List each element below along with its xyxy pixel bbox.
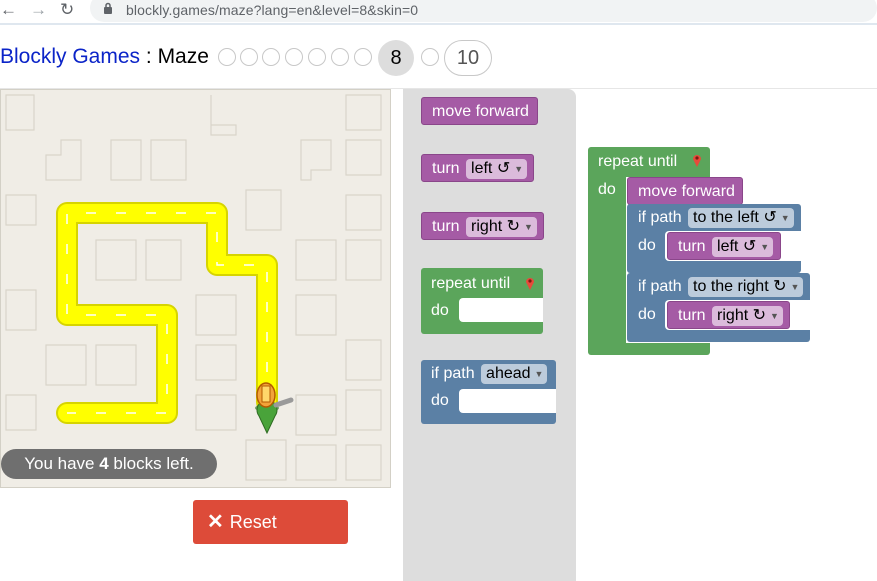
dropdown-value: left ↺ [717,238,757,255]
block-label: do [638,237,656,254]
level-dot[interactable] [262,48,280,66]
blocks-left-count: 4 [99,454,109,473]
lock-icon [104,2,112,14]
dropdown-arrow-icon: ▼ [534,369,544,379]
dropdown-arrow-icon: ▼ [770,310,779,321]
block-statement-slot [459,298,543,322]
dropdown-arrow-icon: ▼ [524,221,533,232]
block-label: if path ahead ▼ [431,364,548,384]
title-separator: : [140,45,158,68]
block-label: do [598,181,616,198]
block-label: repeat until [598,153,678,170]
reload-icon[interactable]: ↻ [60,0,74,20]
block-label: do [638,306,656,323]
reset-button[interactable]: ✕ Reset [193,500,348,544]
level-dot[interactable] [218,48,236,66]
block-label: move forward [638,183,735,200]
path-dropdown[interactable]: to the right ↻ ▼ [688,277,804,297]
toolbox-turn-right-block[interactable]: turn right ↻ ▼ [421,212,544,240]
workspace-turn-right-block[interactable]: turn right ↻ ▼ [667,301,790,329]
pegman-icon [255,382,294,435]
dropdown-value: ahead [486,365,531,383]
dropdown-value: right ↻ [717,307,767,324]
direction-dropdown[interactable]: right ↻ ▼ [466,216,537,237]
block-label: turn [432,160,460,177]
block-label: if path to the right ↻ ▼ [638,277,804,297]
level-current[interactable]: 8 [378,40,414,76]
toolbox-move-forward-block[interactable]: move forward [421,97,538,125]
map-marker-icon [526,278,534,290]
dropdown-arrow-icon: ▼ [514,163,524,174]
maze-path [58,204,276,422]
game-name: Maze [157,45,209,68]
blocks-left-badge: You have 4 blocks left. [1,449,217,479]
arrow-right-icon[interactable]: → [30,0,47,20]
direction-dropdown[interactable]: left ↺ ▼ [712,236,774,257]
level-dot[interactable] [331,48,349,66]
block-label: repeat until [431,275,511,292]
level-dot[interactable] [308,48,326,66]
workspace-move-forward-block[interactable]: move forward [627,177,743,205]
block-label: do [431,302,449,319]
block-label: turn [432,218,460,235]
dropdown-arrow-icon: ▼ [780,213,790,223]
page-title: Blockly Games : Maze [0,45,209,69]
map-marker-icon [693,155,701,167]
dropdown-arrow-icon: ▼ [760,241,770,252]
maze-board [0,89,391,488]
workspace-turn-left-block[interactable]: turn left ↺ ▼ [667,232,781,260]
level-dot[interactable] [240,48,258,66]
block-label: do [431,392,449,409]
status-suffix: blocks left. [108,454,194,473]
block-label: turn [678,307,706,324]
status-prefix: You have [24,454,100,473]
block-label: turn [678,238,706,255]
block-label: if path to the left ↺ ▼ [638,208,794,228]
block-label: move forward [432,103,529,120]
blockly-games-link[interactable]: Blockly Games [0,45,140,68]
dropdown-value: right ↻ [471,218,521,235]
reset-label: Reset [229,512,277,532]
dropdown-value: to the left ↺ [693,209,777,227]
level-dot[interactable] [285,48,303,66]
block-statement-slot [459,389,556,413]
level-last[interactable]: 10 [444,40,492,76]
direction-dropdown[interactable]: left ↺ ▼ [466,158,528,179]
level-dot[interactable] [354,48,372,66]
arrow-left-icon[interactable]: ← [0,0,17,20]
level-dot[interactable] [421,48,439,66]
browser-toolbar: ← → ↻ blockly.games/maze?lang=en&level=8… [0,0,877,25]
dropdown-value: left ↺ [471,160,511,177]
path-dropdown[interactable]: to the left ↺ ▼ [688,208,794,228]
address-bar-url[interactable]: blockly.games/maze?lang=en&level=8&skin=… [126,2,418,18]
path-dropdown[interactable]: ahead ▼ [481,364,548,384]
dropdown-arrow-icon: ▼ [790,282,800,292]
toolbox-turn-left-block[interactable]: turn left ↺ ▼ [421,154,534,182]
dropdown-value: to the right ↻ [693,278,787,296]
direction-dropdown[interactable]: right ↻ ▼ [712,305,783,326]
maze-svg [5,94,382,481]
close-icon: ✕ [207,511,224,533]
